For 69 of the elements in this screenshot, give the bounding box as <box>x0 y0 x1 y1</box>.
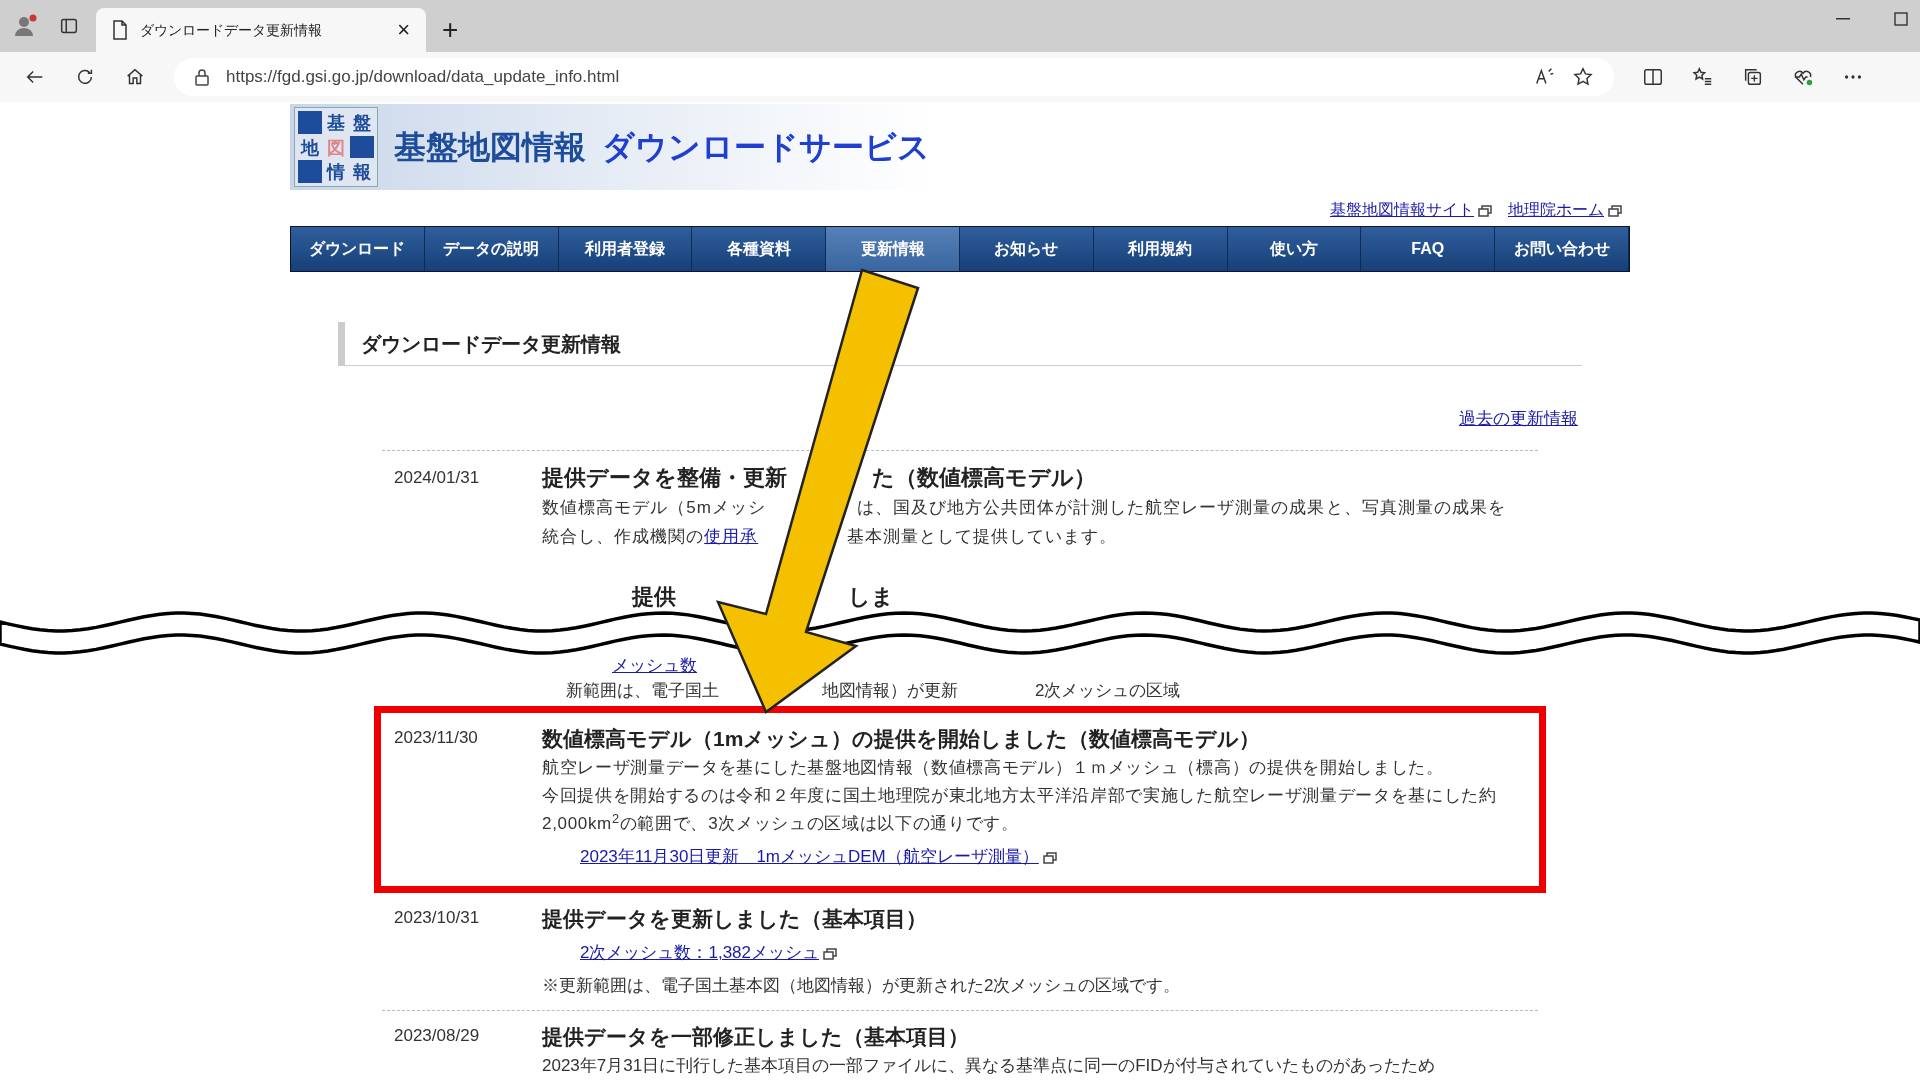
profile-icon[interactable] <box>12 13 38 39</box>
text-fragment: 提供 <box>632 584 676 609</box>
tab-title: ダウンロードデータ更新情報 <box>140 20 323 40</box>
entry-title: 提供データを一部修正しました（基本項目） <box>542 1023 970 1050</box>
site-title: 基盤地図情報 <box>394 128 586 167</box>
nav-tab[interactable]: FAQ <box>1361 227 1496 271</box>
text-fragment: しま <box>848 584 894 609</box>
entry-description: 今回提供を開始するのは令和２年度に国土地理院が東北地方太平洋沿岸部で実施した航空レーザ測量データを基にした約2,000km$^{2}$の範囲で、3次メッシュの区域は以下の通りです。 <box>542 785 1498 835</box>
new-tab-button[interactable]: + <box>442 16 459 44</box>
maximize-icon[interactable] <box>1894 12 1908 26</box>
external-link-icon <box>823 947 837 960</box>
link-fragment[interactable]: メッシュ数 <box>612 656 697 676</box>
logo-square <box>298 111 322 134</box>
external-link[interactable]: 基盤地図情報サイト <box>1330 198 1492 222</box>
lock-icon <box>194 68 210 86</box>
entry-date: 2023/10/31 <box>393 906 481 929</box>
logo-character: 図 <box>326 136 346 159</box>
external-link[interactable]: 地理院ホーム <box>1508 198 1622 222</box>
split-screen-icon[interactable] <box>1642 66 1664 88</box>
nav-tab[interactable]: 利用規約 <box>1093 227 1228 271</box>
entry-description: 航空レーザ測量データを基にした基盤地図情報（数値標高モデル）１ｍメッシュ（標高）の提供を開始しました。 <box>542 757 1445 779</box>
download-link[interactable]: 2次メッシュ数：1,382メッシュ <box>580 940 1538 966</box>
url-text: https://fgd.gsi.go.jp/download/data_update_info.html <box>226 66 621 89</box>
download-link[interactable]: 2023年11月30日更新 1mメッシュDEM（航空レーザ測量） <box>580 844 1539 870</box>
title-fragment: た（数値標高モデル） <box>872 463 1096 492</box>
logo-character: 情 <box>325 161 346 183</box>
text-link[interactable]: 使用承 <box>704 521 759 551</box>
text-fragment: 統合し、作成機関の <box>542 525 705 548</box>
text-fragment: は、国及び地方公共団体が計測した航空レーザ測量の成果と、写真測量の成果を <box>857 497 1506 517</box>
entry-title: 提供データを更新しました（基本項目） <box>542 905 928 932</box>
entry-title: 数値標高モデル（1mメッシュ）の提供を開始しました（数値標高モデル） <box>542 725 1262 752</box>
logo-character: 地 <box>299 136 320 159</box>
collections-icon[interactable] <box>1742 66 1764 88</box>
external-link-icon <box>1478 204 1492 217</box>
external-link-icon <box>1042 851 1057 864</box>
nav-tab[interactable]: 使い方 <box>1227 227 1362 271</box>
minimize-icon[interactable] <box>1836 18 1850 20</box>
text-fragment: 基本測量として提供しています。 <box>847 526 1118 546</box>
favorite-star-icon[interactable] <box>1572 66 1594 88</box>
site-subtitle: ダウンロードサービス <box>602 128 930 167</box>
past-updates-link[interactable]: 過去の更新情報 <box>1459 406 1578 432</box>
text-fragment: 2次メッシュの区域 <box>1035 681 1181 701</box>
logo-character: 報 <box>352 161 372 183</box>
nav-tab[interactable]: データの説明 <box>424 227 559 271</box>
nav-tab[interactable]: 更新情報 <box>826 227 960 271</box>
nav-tab[interactable]: お問い合わせ <box>1495 227 1629 271</box>
logo-square <box>298 160 322 183</box>
title-fragment: 提供データを整備・更新 <box>542 463 788 492</box>
nav-tab[interactable]: ダウンロード <box>291 227 425 271</box>
favorites-list-icon[interactable] <box>1692 66 1714 88</box>
logo-square <box>350 135 374 159</box>
tab-close-button[interactable]: × <box>397 19 410 41</box>
nav-tab[interactable]: お知らせ <box>960 227 1094 271</box>
browser-tab[interactable]: ダウンロードデータ更新情報 × <box>96 8 426 52</box>
text-fragment: 新範囲は、電子国土 <box>566 681 719 701</box>
entry-note: 2023年7月31日に刊行した基本項目の一部ファイルに、異なる基準点に同一のFIDが付与されていたものがあったため <box>542 1055 1436 1077</box>
section-heading: ダウンロードデータ更新情報 <box>361 331 621 357</box>
text-fragment: 地図情報）が更新 <box>822 681 958 701</box>
text-fragment: 数値標高モデル（5mメッシ <box>542 496 766 519</box>
address-bar[interactable]: https://fgd.gsi.go.jp/download/data_update_info.html <box>174 58 1614 96</box>
entry-date: 2024/01/31 <box>393 466 481 489</box>
nav-tab[interactable]: 利用者登録 <box>558 227 693 271</box>
external-link-icon <box>1608 204 1622 217</box>
page-icon <box>112 20 128 40</box>
entry-date: 2023/08/29 <box>393 1024 481 1047</box>
logo-character: 盤 <box>352 112 372 134</box>
entry-date: 2023/11/30 <box>393 726 479 749</box>
entry-note: ※更新範囲は、電子国土基本図（地図情報）が更新された2次メッシュの区域です。 <box>542 974 1182 997</box>
logo-character: 基 <box>326 112 346 134</box>
